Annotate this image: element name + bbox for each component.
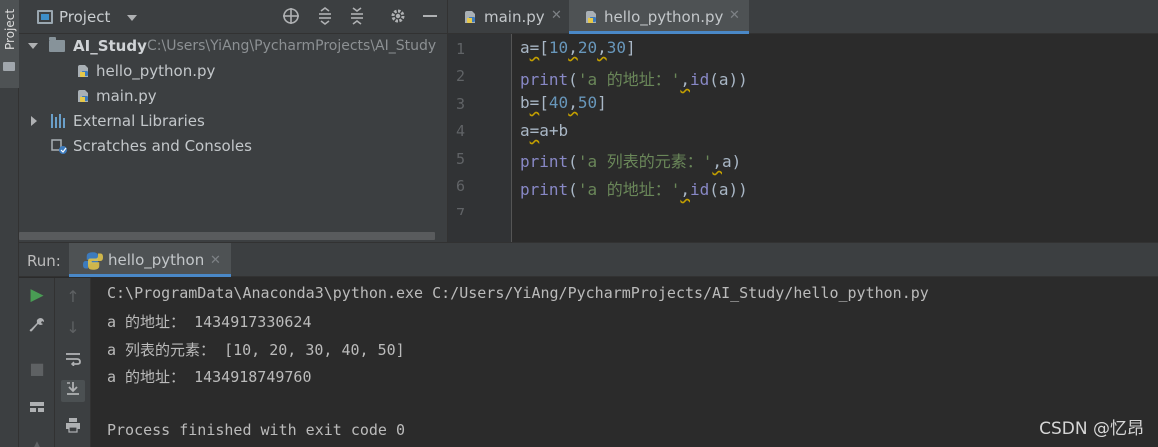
- tab-main-py[interactable]: main.py ✕: [448, 0, 569, 34]
- project-tool-tab[interactable]: Project: [0, 0, 19, 88]
- gutter-separator: [511, 34, 512, 242]
- line-number: 3: [456, 95, 466, 113]
- code-line[interactable]: b=[40,50]: [520, 93, 607, 112]
- run-tab-hello-python[interactable]: hello_python: [69, 243, 231, 277]
- code-line[interactable]: print('a 的地址：',id(a)): [520, 176, 748, 200]
- run-panel-header: Run: hello_python ✕: [19, 243, 1158, 277]
- python-file-icon: [78, 90, 88, 102]
- tree-item-external-libraries[interactable]: External Libraries: [19, 109, 447, 134]
- editor-area: main.py ✕ hello_python.py ✕ 1 2 3 4 5 6 …: [447, 0, 1158, 242]
- tree-item-label: AI_Study: [73, 37, 147, 55]
- run-panel-label: Run:: [27, 252, 61, 270]
- close-icon[interactable]: ✕: [551, 8, 562, 23]
- python-file-icon: [78, 65, 88, 77]
- left-tool-strip: Project: [0, 0, 19, 447]
- tree-item-scratches[interactable]: Scratches and Consoles: [19, 134, 447, 159]
- project-tool-tab-label: Project: [3, 8, 17, 50]
- tree-item-label: Scratches and Consoles: [73, 137, 252, 155]
- run-toolbar-secondary: ↑ ↓: [55, 278, 91, 447]
- close-icon[interactable]: ✕: [210, 253, 221, 268]
- chevron-down-icon[interactable]: [28, 43, 38, 49]
- console-line: a 的地址： 1434917330624: [107, 313, 312, 331]
- code-line[interactable]: print('a 的地址：',id(a)): [520, 66, 748, 90]
- pin-icon[interactable]: ▲: [25, 434, 49, 447]
- project-panel-header: Project: [19, 0, 447, 34]
- minimize-icon[interactable]: [420, 7, 440, 27]
- gear-icon[interactable]: [388, 7, 408, 27]
- folder-icon: [49, 37, 65, 52]
- expand-all-icon[interactable]: [315, 7, 335, 27]
- folder-icon: [3, 62, 15, 71]
- tree-item-path: C:\Users\YiAng\PycharmProjects\AI_Study: [147, 38, 437, 54]
- library-icon: [51, 114, 67, 128]
- scroll-to-end-icon[interactable]: [61, 380, 85, 402]
- locate-crosshair-icon[interactable]: [281, 7, 301, 27]
- rerun-icon[interactable]: ▶: [25, 284, 49, 306]
- layout-icon[interactable]: [25, 398, 49, 420]
- horizontal-scrollbar[interactable]: [19, 232, 435, 240]
- console-line: a 的地址： 1434918749760: [107, 368, 312, 386]
- code-line[interactable]: print('a 列表的元素：',a): [520, 148, 741, 172]
- tab-hello-python-py[interactable]: hello_python.py ✕: [569, 0, 749, 34]
- editor-tab-bar: main.py ✕ hello_python.py ✕: [448, 0, 1158, 34]
- line-number: 2: [456, 67, 466, 85]
- tree-item-label: External Libraries: [73, 112, 205, 130]
- console-line: C:\ProgramData\Anaconda3\python.exe C:/U…: [107, 284, 929, 302]
- console-line: Process finished with exit code 0: [107, 421, 406, 439]
- project-panel: Project AI_Study C:\Users\YiAng\PycharmP…: [19, 0, 447, 242]
- tree-item-label: main.py: [96, 87, 157, 105]
- close-icon[interactable]: ✕: [729, 8, 740, 23]
- print-icon[interactable]: [61, 417, 85, 439]
- chevron-down-icon[interactable]: [127, 15, 137, 21]
- project-window-icon: [37, 10, 53, 24]
- arrow-up-icon[interactable]: ↑: [61, 286, 85, 308]
- project-panel-title[interactable]: Project: [59, 8, 110, 26]
- python-file-icon: [465, 11, 475, 23]
- wrench-icon[interactable]: [25, 317, 49, 339]
- tab-label: hello_python.py: [604, 8, 724, 26]
- soft-wrap-icon[interactable]: [61, 350, 85, 372]
- run-toolbar-primary: ▶ ■ ▲: [19, 278, 55, 447]
- chevron-right-icon[interactable]: [31, 116, 37, 126]
- tree-item-main[interactable]: main.py: [19, 84, 447, 109]
- stop-icon[interactable]: ■: [25, 358, 49, 380]
- line-number: 5: [456, 150, 466, 168]
- watermark-text: CSDN @忆昂: [1039, 419, 1144, 439]
- tree-item-hello-python[interactable]: hello_python.py: [19, 59, 447, 84]
- console-line: a 列表的元素： [10, 20, 30, 40, 50]: [107, 341, 405, 359]
- line-number-gutter: 1 2 3 4 5 6 7: [448, 34, 512, 242]
- collapse-all-icon[interactable]: [347, 7, 367, 27]
- python-file-icon: [586, 11, 596, 23]
- line-number: 1: [456, 40, 466, 58]
- python-logo-icon: [83, 252, 103, 270]
- tab-label: main.py: [484, 8, 545, 26]
- run-panel: Run: hello_python ✕ ▶ ■ ▲ ↑ ↓ C:\Program…: [19, 242, 1158, 447]
- code-line[interactable]: a=[10,20,30]: [520, 38, 636, 57]
- tree-item-ai-study[interactable]: AI_Study C:\Users\YiAng\PycharmProjects\…: [19, 34, 447, 59]
- run-tab-label: hello_python: [108, 251, 205, 269]
- code-line[interactable]: a=a+b: [520, 121, 568, 140]
- tree-item-label: hello_python.py: [96, 62, 216, 80]
- scratches-icon: [51, 139, 67, 154]
- line-number: 6: [456, 177, 466, 195]
- line-number: 7: [456, 205, 466, 215]
- arrow-down-icon[interactable]: ↓: [61, 317, 85, 339]
- line-number: 4: [456, 122, 466, 140]
